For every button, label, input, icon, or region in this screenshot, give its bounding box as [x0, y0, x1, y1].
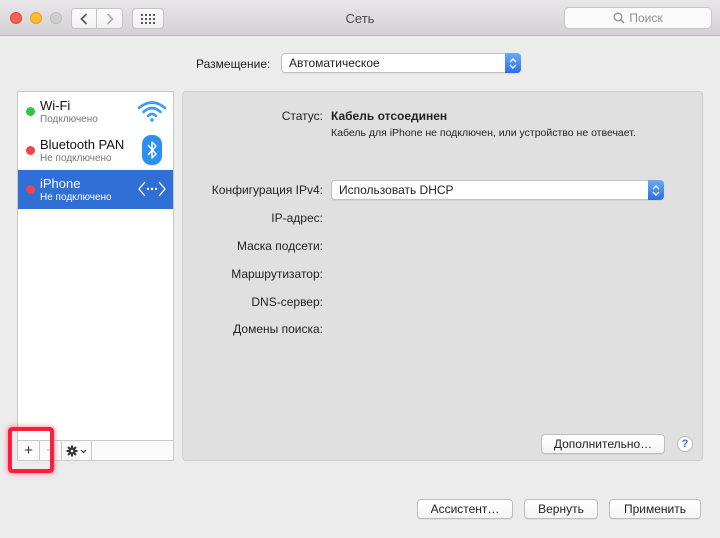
service-name: Wi-Fi [40, 98, 71, 113]
add-service-button[interactable]: + [18, 441, 40, 460]
location-value: Автоматическое [289, 56, 380, 70]
status-dot [26, 107, 35, 116]
service-item-iphone[interactable]: iPhone Не подключено [18, 170, 173, 209]
service-status: Не подключено [40, 153, 112, 164]
status-label: Статус: [281, 109, 323, 123]
ipv4-value: Использовать DHCP [339, 183, 454, 197]
advanced-button[interactable]: Дополнительно… [541, 434, 665, 454]
service-item-wifi[interactable]: Wi-Fi Подключено [18, 92, 173, 131]
apply-button[interactable]: Применить [609, 499, 701, 519]
service-name: Bluetooth PAN [40, 137, 125, 152]
search-icon [613, 12, 625, 24]
service-name: iPhone [40, 176, 81, 191]
assistant-button[interactable]: Ассистент… [417, 499, 513, 519]
search-domains-label: Домены поиска: [233, 322, 323, 336]
status-dot [26, 146, 35, 155]
service-toolbar: + − [18, 440, 173, 460]
status-dot [26, 185, 35, 194]
service-item-bluetooth-pan[interactable]: Bluetooth PAN Не подключено [18, 131, 173, 170]
service-status: Не подключено [40, 192, 112, 203]
popup-arrows-icon [505, 53, 521, 73]
gear-icon [66, 445, 86, 456]
dns-server-label: DNS-сервер: [251, 295, 323, 309]
revert-button[interactable]: Вернуть [524, 499, 598, 519]
service-list: Wi-Fi Подключено Bluetooth PAN Не подклю… [17, 91, 174, 461]
remove-service-button[interactable]: − [40, 441, 62, 460]
location-popup[interactable]: Автоматическое [281, 53, 521, 73]
popup-arrows-icon [648, 180, 664, 200]
status-value: Кабель отсоединен [331, 109, 448, 123]
ipv4-config-popup[interactable]: Использовать DHCP [331, 180, 664, 200]
detail-panel: Статус: Кабель отсоединен Кабель для iPh… [182, 91, 703, 461]
status-description: Кабель для iPhone не подключен, или устр… [331, 127, 636, 139]
subnet-mask-label: Маска подсети: [236, 239, 323, 253]
location-label: Размещение: [196, 57, 271, 71]
search-field[interactable]: Поиск [564, 7, 712, 29]
wifi-icon [137, 96, 167, 126]
title-bar: Сеть Поиск [0, 0, 720, 36]
search-placeholder: Поиск [629, 11, 663, 25]
bluetooth-icon [137, 135, 167, 165]
router-label: Маршрутизатор: [231, 267, 323, 281]
service-status: Подключено [40, 114, 98, 125]
help-button[interactable]: ? [677, 436, 693, 452]
ipv4-label: Конфигурация IPv4: [211, 183, 323, 197]
ip-address-label: IP-адрес: [271, 211, 323, 225]
action-menu-button[interactable] [62, 441, 92, 460]
iphone-connection-icon [137, 174, 167, 204]
